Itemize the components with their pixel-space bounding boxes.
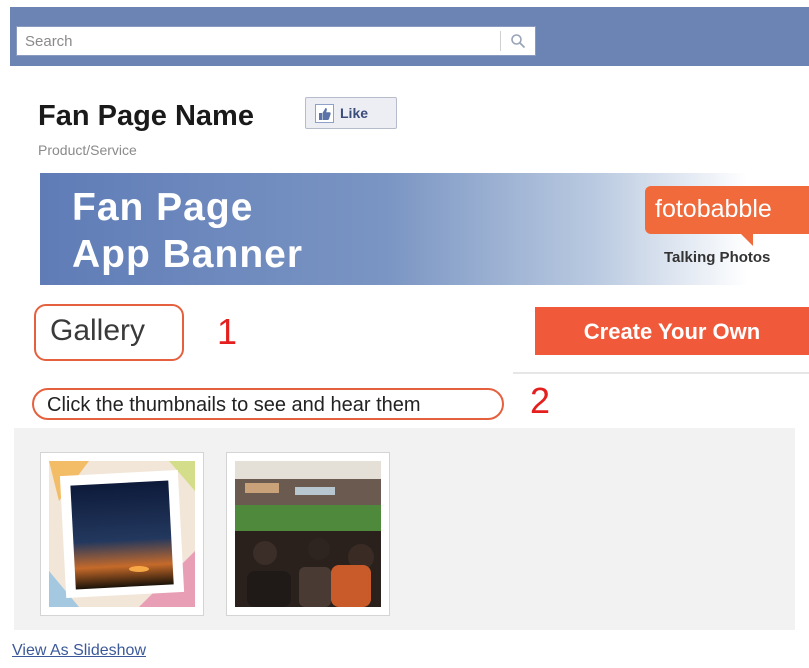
search-input[interactable]: Search — [16, 26, 536, 56]
thumbnail-gallery — [14, 428, 795, 630]
thumbnail-stadium[interactable] — [226, 452, 390, 616]
like-button[interactable]: Like — [305, 97, 397, 129]
search-divider — [500, 31, 501, 51]
top-bar: Search — [0, 0, 809, 66]
page-title: Fan Page Name — [38, 100, 254, 132]
thumbs-up-icon — [315, 104, 334, 123]
gallery-heading: Gallery — [50, 314, 146, 347]
brand-tagline: Talking Photos — [664, 249, 771, 266]
create-button-label: Create Your Own — [583, 319, 761, 344]
annotation-marker-1: 1 — [217, 311, 238, 352]
view-as-slideshow-link[interactable]: View As Slideshow — [12, 642, 146, 660]
search-icon[interactable] — [510, 33, 526, 49]
page-category: Product/Service — [38, 142, 137, 158]
thumbnail-sunset[interactable] — [40, 452, 204, 616]
instructions-label: Click the thumbnails to see and hear the… — [32, 388, 504, 420]
gallery-label: Gallery — [34, 304, 184, 361]
banner-line-2: App Banner — [72, 233, 304, 276]
brand-name: fotobabble — [655, 195, 772, 223]
sunset-photo-image — [49, 461, 195, 607]
app-banner: Fan Page App Banner fotobabble Talking P… — [40, 173, 809, 285]
like-label: Like — [340, 105, 369, 121]
brand-logo: fotobabble — [645, 186, 809, 246]
annotation-marker-2: 2 — [530, 380, 551, 421]
divider — [513, 372, 809, 374]
banner-line-1: Fan Page — [72, 186, 254, 229]
create-your-own-button[interactable]: Create Your Own — [535, 307, 809, 355]
instructions-text: Click the thumbnails to see and hear the… — [47, 394, 421, 416]
stadium-photo-image — [235, 461, 381, 607]
search-placeholder: Search — [25, 33, 73, 50]
